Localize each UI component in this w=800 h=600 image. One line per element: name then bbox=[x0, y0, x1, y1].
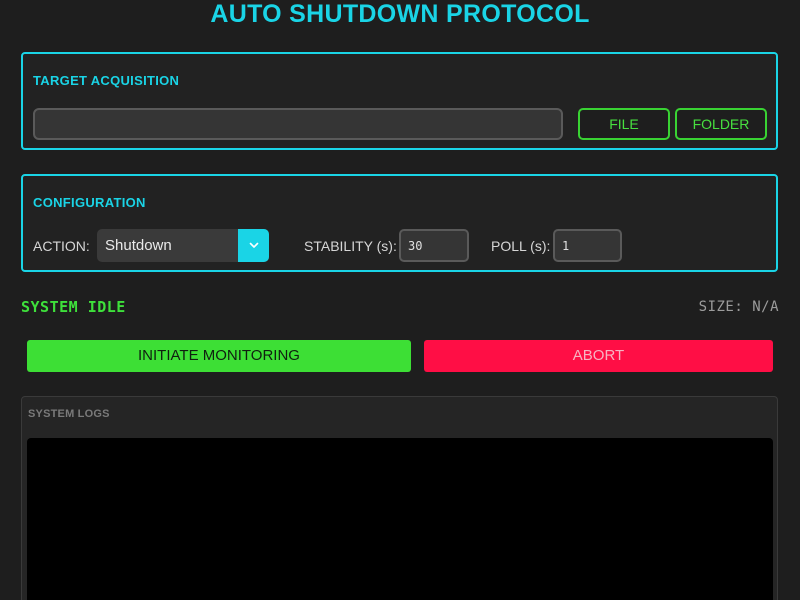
poll-input[interactable] bbox=[553, 229, 622, 262]
status-text: SYSTEM IDLE bbox=[21, 298, 126, 316]
system-logs-output[interactable] bbox=[27, 438, 773, 600]
system-logs-panel: SYSTEM LOGS bbox=[21, 396, 778, 600]
chevron-down-icon[interactable] bbox=[238, 229, 269, 262]
abort-button[interactable]: ABORT bbox=[424, 340, 773, 372]
stability-label: STABILITY (s): bbox=[304, 238, 397, 254]
size-readout: SIZE: N/A bbox=[698, 299, 779, 315]
action-select[interactable]: Shutdown bbox=[97, 229, 269, 262]
target-path-input[interactable] bbox=[33, 108, 563, 140]
action-select-value: Shutdown bbox=[105, 237, 172, 254]
initiate-monitoring-button[interactable]: INITIATE MONITORING bbox=[27, 340, 411, 372]
page-title: AUTO SHUTDOWN PROTOCOL bbox=[210, 0, 590, 28]
configuration-title: CONFIGURATION bbox=[33, 195, 146, 210]
system-logs-title: SYSTEM LOGS bbox=[28, 408, 110, 420]
folder-button[interactable]: FOLDER bbox=[675, 108, 767, 140]
target-acquisition-title: TARGET ACQUISITION bbox=[33, 73, 180, 88]
stability-input[interactable] bbox=[399, 229, 469, 262]
configuration-panel: CONFIGURATION ACTION: Shutdown STABILITY… bbox=[21, 174, 778, 272]
app-window: AUTO SHUTDOWN PROTOCOL TARGET ACQUISITIO… bbox=[0, 0, 800, 600]
file-button[interactable]: FILE bbox=[578, 108, 670, 140]
action-label: ACTION: bbox=[33, 238, 90, 254]
poll-label: POLL (s): bbox=[491, 238, 551, 254]
target-acquisition-panel: TARGET ACQUISITION FILE FOLDER bbox=[21, 52, 778, 150]
